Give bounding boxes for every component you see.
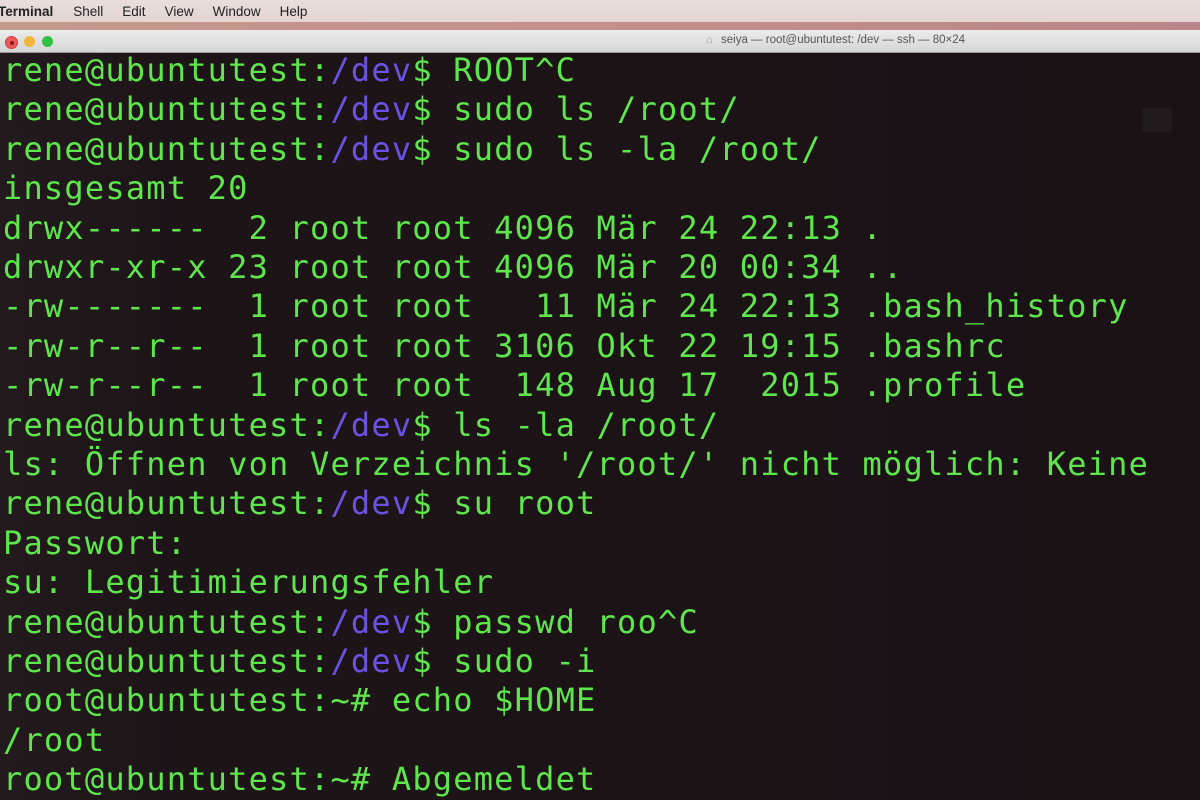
terminal-output-line: -rw------- 1 root root 11 Mär 24 22:13 .…: [3, 287, 1129, 326]
terminal-prompt-line: rene@ubuntutest:/dev$ ROOT^C: [3, 51, 576, 90]
terminal-output-line: /root: [3, 721, 105, 760]
prompt-symbol: $: [412, 405, 454, 444]
terminal-output-line: insgesamt 20: [3, 169, 249, 208]
terminal-output-line: Passwort:: [3, 524, 187, 563]
prompt-path: /dev: [330, 642, 413, 680]
prompt-user-host: root@ubuntutest:: [3, 681, 331, 720]
terminal-prompt-line: rene@ubuntutest:/dev$ su root: [3, 484, 597, 523]
output-text: -rw------- 1 root root 11 Mär 24 22:13 .…: [3, 287, 1129, 326]
scrollbar[interactable]: [1142, 108, 1172, 132]
prompt-user-host: rene@ubuntutest:: [3, 405, 331, 444]
menu-help[interactable]: Help: [280, 4, 308, 19]
terminal-output-line: drwxr-xr-x 23 root root 4096 Mär 20 00:3…: [3, 248, 904, 287]
window-title-text: seiya — root@ubuntutest: /dev — ssh — 80…: [721, 34, 966, 46]
terminal-prompt-line: rene@ubuntutest:/dev$ ls -la /root/: [3, 406, 719, 445]
command-text: echo $HOME: [391, 681, 597, 720]
terminal-output-line: -rw-r--r-- 1 root root 148 Aug 17 2015 .…: [3, 366, 1026, 405]
terminal-output-line: su: Legitimierungsfehler: [3, 563, 494, 602]
prompt-user-host: rene@ubuntutest:: [3, 484, 331, 523]
prompt-symbol: $: [412, 129, 454, 168]
terminal-prompt-line: root@ubuntutest:~# Abgemeldet: [3, 760, 597, 799]
prompt-user-host: rene@ubuntutest:: [3, 642, 331, 680]
prompt-symbol: ~#: [330, 760, 392, 799]
output-text: /root: [3, 720, 106, 759]
prompt-symbol: $: [412, 484, 454, 523]
close-button[interactable]: [5, 36, 18, 49]
command-text: sudo -i: [453, 642, 597, 680]
prompt-symbol: $: [412, 51, 454, 89]
menu-app-terminal[interactable]: Terminal: [0, 4, 53, 19]
terminal-output-line: -rw-r--r-- 1 root root 3106 Okt 22 19:15…: [3, 327, 1006, 366]
menu-view[interactable]: View: [165, 4, 194, 19]
prompt-symbol: $: [412, 642, 454, 680]
prompt-user-host: rene@ubuntutest:: [3, 602, 331, 641]
output-text: insgesamt 20: [3, 169, 249, 208]
output-text: ls: Öffnen von Verzeichnis '/root/' nich…: [3, 445, 1150, 483]
terminal-output-line: ls: Öffnen von Verzeichnis '/root/' nich…: [3, 445, 1149, 484]
terminal-prompt-line: rene@ubuntutest:/dev$ sudo ls /root/: [3, 90, 740, 129]
menu-bar: Terminal Shell Edit View Window Help: [0, 0, 1200, 22]
output-text: su: Legitimierungsfehler: [3, 563, 495, 602]
window-title: ⌂ seiya — root@ubuntutest: /dev — ssh — …: [706, 34, 965, 46]
command-text: ROOT^C: [453, 51, 577, 89]
home-icon: ⌂: [706, 33, 713, 46]
prompt-symbol: ~#: [330, 681, 392, 720]
prompt-path: /dev: [330, 129, 413, 168]
prompt-user-host: rene@ubuntutest:: [3, 90, 331, 129]
command-text: su root: [453, 484, 597, 523]
terminal-prompt-line: rene@ubuntutest:/dev$ sudo ls -la /root/: [3, 130, 822, 169]
prompt-symbol: $: [412, 90, 454, 129]
prompt-path: /dev: [330, 602, 413, 641]
prompt-symbol: $: [412, 602, 454, 641]
prompt-path: /dev: [330, 51, 413, 89]
prompt-path: /dev: [330, 405, 413, 444]
terminal-prompt-line: rene@ubuntutest:/dev$ sudo -i: [3, 642, 597, 681]
output-text: -rw-r--r-- 1 root root 3106 Okt 22 19:15…: [3, 326, 1006, 365]
menu-window[interactable]: Window: [213, 4, 261, 19]
window-titlebar[interactable]: ⌂ seiya — root@ubuntutest: /dev — ssh — …: [0, 30, 1200, 53]
output-text: drwx------ 2 root root 4096 Mär 24 22:13…: [3, 208, 884, 247]
command-text: sudo ls -la /root/: [453, 129, 822, 168]
minimize-button[interactable]: [24, 36, 35, 47]
command-text: Abgemeldet: [391, 760, 597, 799]
desktop-background: [0, 22, 1200, 30]
command-text: ls -la /root/: [453, 405, 720, 444]
command-text: passwd roo^C: [453, 602, 699, 641]
terminal-prompt-line: rene@ubuntutest:/dev$ passwd roo^C: [3, 603, 699, 642]
prompt-path: /dev: [330, 484, 413, 523]
output-text: drwxr-xr-x 23 root root 4096 Mär 20 00:3…: [3, 248, 904, 286]
output-text: Passwort:: [3, 523, 188, 562]
terminal-prompt-line: root@ubuntutest:~# echo $HOME: [3, 681, 597, 720]
command-text: sudo ls /root/: [453, 90, 740, 129]
prompt-user-host: rene@ubuntutest:: [3, 51, 331, 89]
zoom-button[interactable]: [42, 36, 53, 47]
terminal-output[interactable]: rene@ubuntutest:/dev$ ROOT^C rene@ubuntut…: [0, 51, 1200, 800]
prompt-user-host: root@ubuntutest:: [3, 760, 331, 799]
prompt-path: /dev: [330, 90, 413, 129]
terminal-output-line: drwx------ 2 root root 4096 Mär 24 22:13…: [3, 209, 883, 248]
output-text: -rw-r--r-- 1 root root 148 Aug 17 2015 .…: [3, 366, 1027, 405]
menu-shell[interactable]: Shell: [73, 4, 103, 19]
prompt-user-host: rene@ubuntutest:: [3, 129, 331, 168]
menu-edit[interactable]: Edit: [122, 4, 145, 19]
